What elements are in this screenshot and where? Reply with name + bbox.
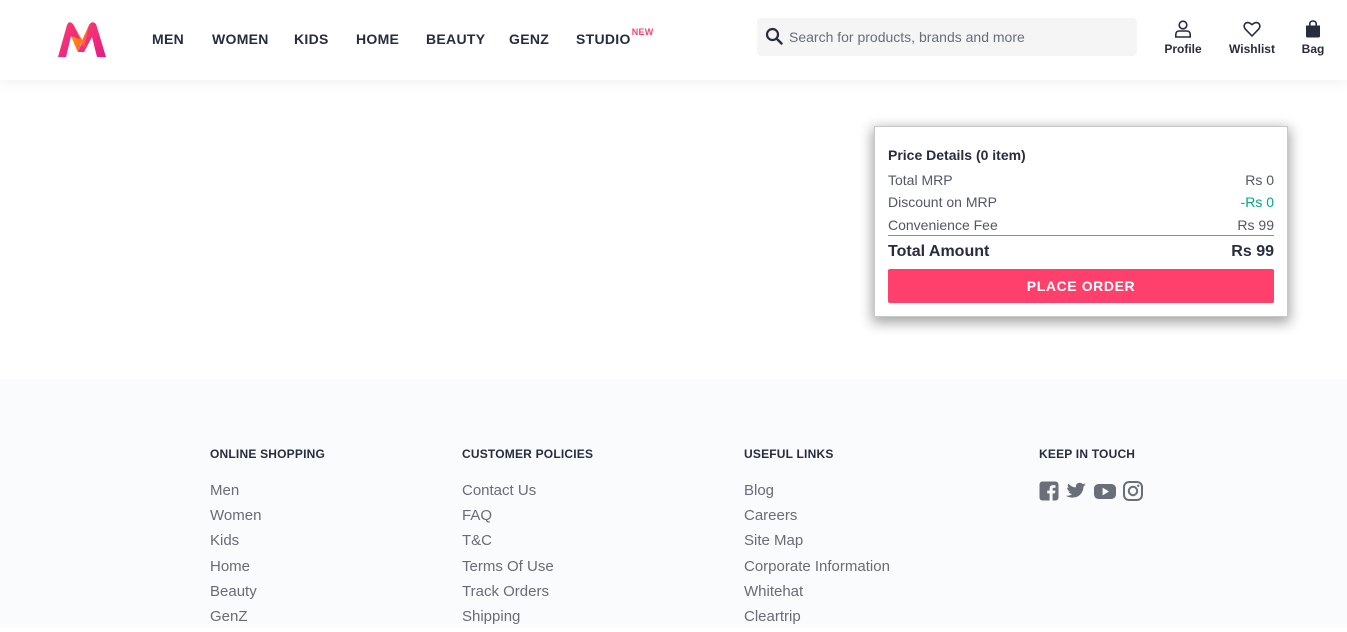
heart-icon: [1243, 21, 1261, 37]
place-order-button[interactable]: PLACE ORDER: [888, 269, 1274, 303]
footer-col-customer-policies: CUSTOMER POLICIES Contact Us FAQ T&C Ter…: [462, 447, 593, 632]
nav-studio-label: STUDIO: [576, 31, 631, 47]
wishlist-button[interactable]: Wishlist: [1228, 20, 1276, 60]
price-details-card: Price Details (0 item) Total MRP Rs 0 Di…: [874, 126, 1288, 317]
footer-link-beauty[interactable]: Beauty: [210, 582, 325, 607]
footer-link-home[interactable]: Home: [210, 557, 325, 582]
footer-link-men[interactable]: Men: [210, 481, 325, 506]
bag-button[interactable]: Bag: [1300, 20, 1326, 60]
footer-link-terms-of-use[interactable]: Terms Of Use: [462, 557, 593, 582]
footer-link-genz[interactable]: GenZ: [210, 607, 325, 632]
price-row-discount: Discount on MRP -Rs 0: [888, 194, 1274, 210]
footer-link-kids[interactable]: Kids: [210, 531, 325, 556]
nav-kids[interactable]: KIDS: [294, 31, 329, 47]
header: MEN WOMEN KIDS HOME BEAUTY GENZ STUDIO NE…: [0, 0, 1347, 80]
footer: ONLINE SHOPPING Men Women Kids Home Beau…: [0, 379, 1347, 627]
footer-link-shipping[interactable]: Shipping: [462, 607, 593, 632]
footer-col-title: USEFUL LINKS: [744, 447, 834, 461]
profile-button[interactable]: Profile: [1162, 20, 1204, 60]
social-links: [1039, 481, 1143, 501]
new-badge: NEW: [631, 27, 654, 37]
price-row-value: Rs 0: [1245, 172, 1274, 188]
footer-link-contact-us[interactable]: Contact Us: [462, 481, 593, 506]
price-row-label: Discount on MRP: [888, 194, 997, 210]
youtube-icon[interactable]: [1093, 481, 1117, 501]
nav-studio[interactable]: STUDIO NEW: [576, 27, 653, 47]
search-bar: [757, 18, 1137, 56]
bag-label: Bag: [1301, 42, 1325, 56]
price-details-title: Price Details (0 item): [888, 147, 1026, 163]
price-row-label: Total MRP: [888, 172, 953, 188]
search-icon[interactable]: [765, 27, 783, 45]
footer-col-title: ONLINE SHOPPING: [210, 447, 326, 461]
total-amount-value: Rs 99: [1231, 243, 1274, 260]
footer-link-track-orders[interactable]: Track Orders: [462, 582, 593, 607]
footer-link-blog[interactable]: Blog: [744, 481, 890, 506]
profile-label: Profile: [1164, 42, 1202, 56]
footer-link-careers[interactable]: Careers: [744, 506, 890, 531]
user-icon: [1175, 20, 1191, 38]
footer-link-corporate-information[interactable]: Corporate Information: [744, 557, 890, 582]
footer-col-useful-links: USEFUL LINKS Blog Careers Site Map Corpo…: [744, 447, 890, 632]
twitter-icon[interactable]: [1065, 481, 1087, 501]
divider: [888, 235, 1274, 236]
nav-genz[interactable]: GENZ: [509, 31, 549, 47]
footer-link-tnc[interactable]: T&C: [462, 531, 593, 556]
price-row-value: -Rs 0: [1240, 194, 1274, 210]
price-row-value: Rs 99: [1237, 217, 1274, 233]
footer-col-title: CUSTOMER POLICIES: [462, 447, 594, 461]
footer-link-faq[interactable]: FAQ: [462, 506, 593, 531]
footer-col-online-shopping: ONLINE SHOPPING Men Women Kids Home Beau…: [210, 447, 325, 632]
bag-icon: [1306, 20, 1320, 38]
price-row-convenience-fee: Convenience Fee Rs 99: [888, 217, 1274, 233]
nav-home[interactable]: HOME: [356, 31, 399, 47]
nav-men[interactable]: MEN: [152, 31, 184, 47]
nav-beauty[interactable]: BEAUTY: [426, 31, 485, 47]
wishlist-label: Wishlist: [1229, 42, 1275, 56]
facebook-icon[interactable]: [1039, 481, 1059, 501]
instagram-icon[interactable]: [1123, 481, 1143, 501]
footer-link-whitehat[interactable]: Whitehat: [744, 582, 890, 607]
footer-link-cleartrip[interactable]: Cleartrip: [744, 607, 890, 632]
footer-link-site-map[interactable]: Site Map: [744, 531, 890, 556]
total-amount-label: Total Amount: [888, 243, 990, 260]
nav-women[interactable]: WOMEN: [212, 31, 269, 47]
search-input[interactable]: [789, 18, 1129, 56]
footer-col-title: KEEP IN TOUCH: [1039, 447, 1136, 461]
footer-col-keep-in-touch: KEEP IN TOUCH: [1039, 447, 1143, 501]
price-row-total-mrp: Total MRP Rs 0: [888, 172, 1274, 188]
footer-link-women[interactable]: Women: [210, 506, 325, 531]
myntra-logo[interactable]: [56, 20, 108, 60]
price-row-label: Convenience Fee: [888, 217, 998, 233]
total-amount-row: Total Amount Rs 99: [888, 243, 1274, 261]
